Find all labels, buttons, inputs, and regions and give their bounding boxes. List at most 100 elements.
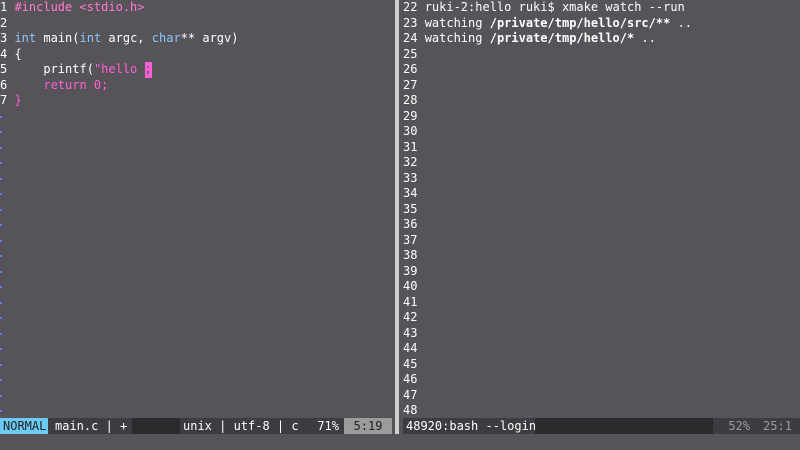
terminal-line[interactable]: 48 (403, 403, 425, 418)
empty-line-marker (0, 379, 2, 381)
line-number: 46 (403, 372, 425, 386)
status-percent: 71% (317, 419, 339, 433)
vertical-split-divider[interactable] (392, 0, 403, 418)
terminal-line[interactable]: 30 (403, 124, 425, 140)
terminal-line[interactable]: 36 (403, 217, 425, 233)
terminal-position: 25:1 (755, 418, 800, 434)
line-number: 47 (403, 387, 425, 402)
code-token: return 0; (43, 77, 109, 92)
line-number: 30 (403, 124, 425, 138)
empty-line-marker (0, 177, 2, 180)
line-number: 33 (403, 170, 425, 185)
empty-line-marker (0, 270, 2, 273)
status-bar: NORMAL main.c | + unix | utf-8 | c 71% 5… (0, 418, 800, 434)
status-fill (132, 418, 180, 434)
empty-line-marker (0, 332, 2, 335)
terminal-name: 48920:bash --login (406, 419, 537, 433)
line-number: 32 (403, 155, 425, 169)
code-token: char (151, 31, 181, 45)
code-token: printf( (14, 62, 94, 76)
terminal-line[interactable]: 27 (403, 78, 425, 94)
terminal-percent: 52% (713, 418, 753, 434)
editor-line[interactable]: 6 return 0; (0, 78, 108, 94)
editor-line[interactable]: 7 } (0, 93, 22, 109)
status-filename: main.c | + (55, 419, 128, 433)
empty-line-marker (0, 115, 2, 118)
line-number: 6 (0, 77, 15, 92)
terminal-line[interactable]: 38 (403, 248, 425, 264)
empty-line-marker (0, 286, 2, 288)
code-token: } (14, 93, 22, 107)
terminal-line[interactable]: 28 (403, 93, 425, 109)
terminal-line[interactable]: 29 (403, 109, 425, 125)
empty-line-marker (0, 146, 2, 149)
code-token: ** argv) (180, 31, 239, 45)
terminal-line[interactable]: 33 (403, 171, 425, 187)
terminal-text: ruki-2:hello ruki$ xmake watch --run (424, 0, 685, 14)
terminal-line[interactable]: 47 (403, 388, 425, 404)
terminal-line[interactable]: 35 (403, 202, 425, 218)
command-line[interactable] (0, 434, 800, 450)
terminal-line[interactable]: 24 watching /private/tmp/hello/* .. (403, 31, 656, 47)
line-number: 43 (403, 325, 425, 340)
line-number: 4 (0, 46, 15, 61)
terminal-line[interactable]: 34 (403, 186, 425, 202)
line-number: 36 (403, 217, 425, 231)
terminal-line[interactable]: 40 (403, 279, 425, 295)
status-cursor-position: 5:19 (344, 418, 392, 434)
terminal-line[interactable]: 23 watching /private/tmp/hello/src/** .. (403, 16, 692, 32)
terminal-line[interactable]: 31 (403, 140, 425, 156)
terminal-line[interactable]: 44 (403, 341, 425, 357)
empty-line-marker (0, 410, 2, 412)
empty-line-marker (0, 301, 2, 304)
terminal-line[interactable]: 45 (403, 357, 425, 373)
terminal-text: .. (670, 15, 693, 30)
line-number: 34 (403, 186, 425, 200)
line-number: 7 (0, 93, 15, 107)
empty-line-marker (0, 255, 2, 257)
terminal-text: watching (424, 15, 490, 30)
terminal-line[interactable]: 46 (403, 372, 425, 388)
editor-line[interactable]: 2 (0, 16, 14, 32)
empty-line-marker (0, 317, 2, 319)
editor-line[interactable]: 1 #include <stdio.h> (0, 0, 145, 16)
code-token: "hello (93, 62, 145, 76)
code-token: main( (36, 31, 80, 45)
terminal-line[interactable]: 25 (403, 47, 425, 63)
editor-line[interactable]: 5 printf("hello ; (0, 62, 152, 78)
line-number: 42 (403, 310, 425, 324)
terminal-line[interactable]: 43 (403, 326, 425, 342)
terminal-line[interactable]: 41 (403, 295, 425, 311)
line-number: 28 (403, 93, 425, 107)
terminal-line[interactable]: 26 (403, 62, 425, 78)
empty-line-marker (0, 224, 2, 226)
code-token: argc, (101, 31, 152, 45)
editor-pane[interactable]: 1 #include <stdio.h> 2 3 int main(int arg… (0, 0, 392, 418)
editor-line[interactable]: 3 int main(int argc, char** argv) (0, 31, 238, 47)
terminal-text: .. (634, 31, 656, 45)
line-number: 37 (403, 232, 425, 247)
status-divider (392, 418, 403, 434)
terminal-line[interactable]: 39 (403, 264, 425, 280)
line-number: 29 (403, 108, 425, 123)
line-number: 45 (403, 356, 425, 371)
terminal-line[interactable]: 22 ruki-2:hello ruki$ xmake watch --run (403, 0, 685, 16)
empty-line-marker (0, 394, 2, 397)
empty-line-marker (0, 239, 2, 242)
line-number: 24 (403, 31, 425, 45)
line-number: 40 (403, 279, 425, 293)
terminal-line[interactable]: 37 (403, 233, 425, 249)
empty-line-marker (0, 348, 2, 350)
line-number: 31 (403, 139, 425, 154)
terminal-pane[interactable]: 22 ruki-2:hello ruki$ xmake watch --run 2… (403, 0, 800, 418)
code-token: #include <stdio.h> (14, 0, 145, 14)
status-fileinfo: unix | utf-8 | c (183, 419, 299, 433)
terminal-line[interactable]: 32 (403, 155, 425, 171)
terminal-line[interactable]: 42 (403, 310, 425, 326)
line-number: 5 (0, 62, 15, 76)
line-number: 1 (0, 0, 15, 14)
line-number: 25 (403, 46, 425, 61)
empty-line-marker (0, 162, 2, 164)
editor-line[interactable]: 4 { (0, 47, 22, 63)
terminal-path: /private/tmp/hello/* (489, 31, 635, 45)
